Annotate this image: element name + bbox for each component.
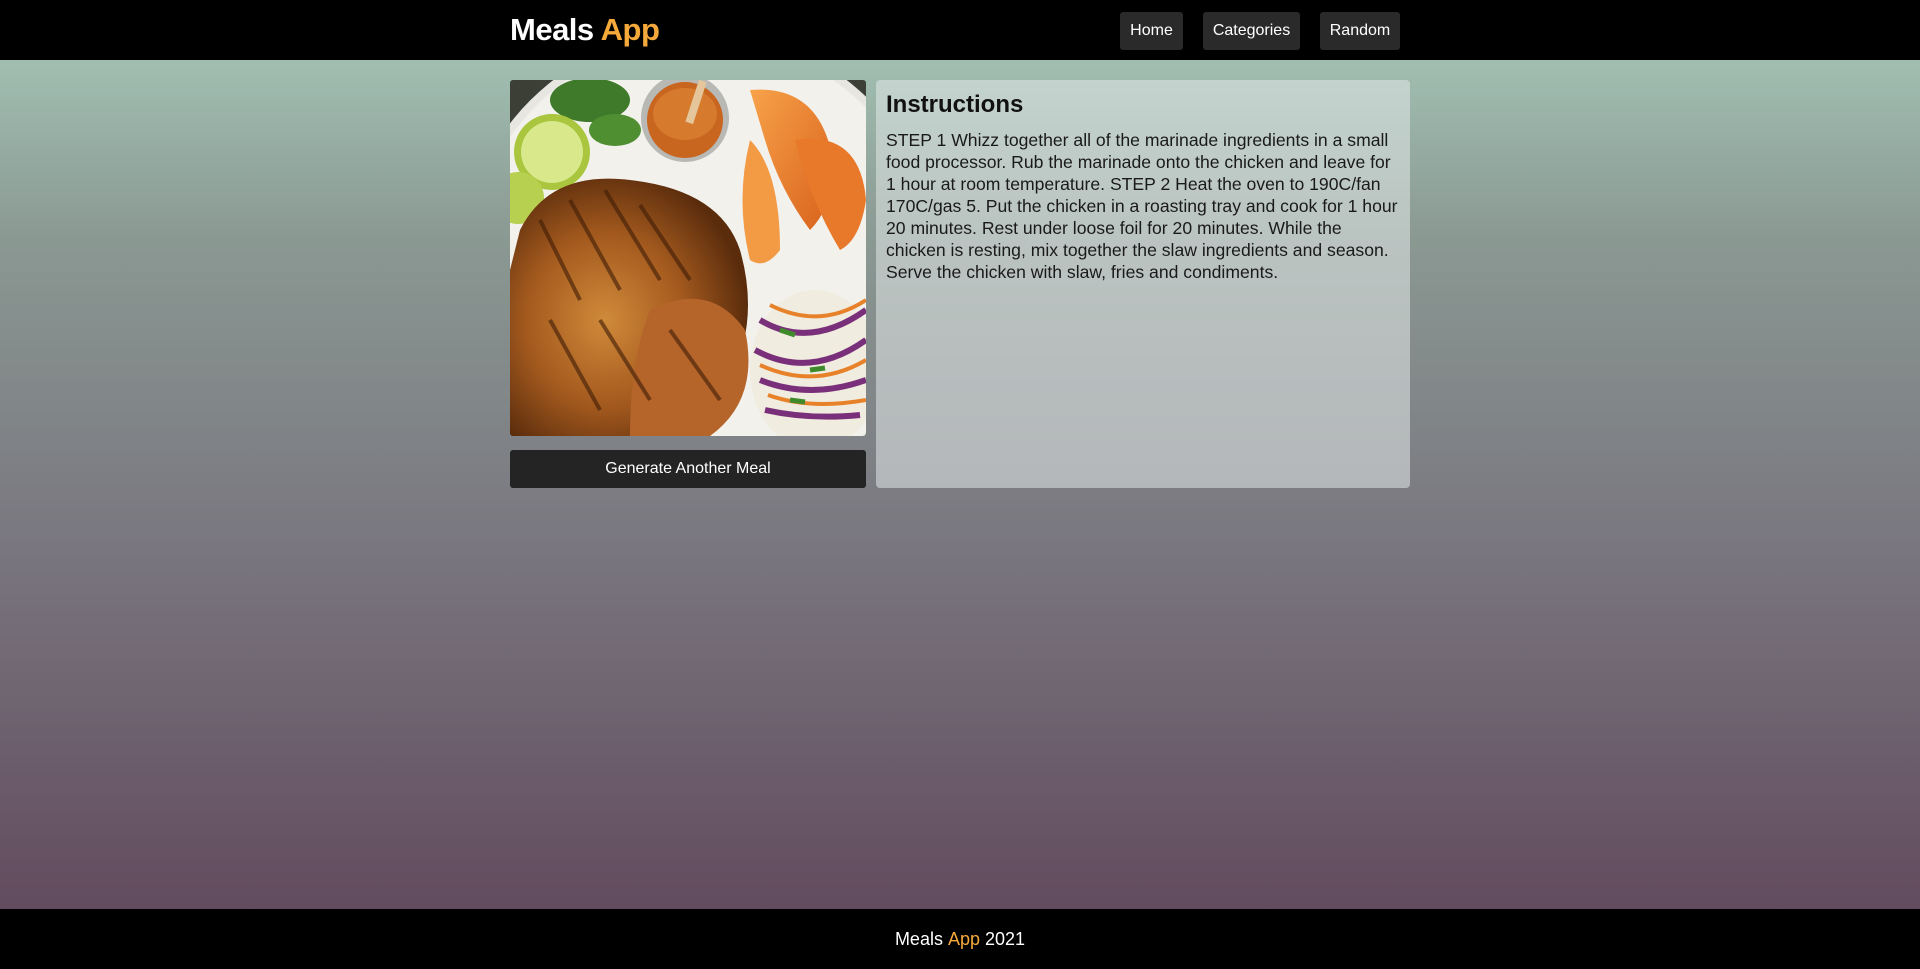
footer-accent: App [947,928,980,949]
footer: Meals App 2021 [0,909,1920,969]
meal-image [510,80,866,436]
nav-home-button[interactable]: Home [1120,12,1183,50]
top-navbar: Meals App Home Categories Random [0,0,1920,60]
brand-logo[interactable]: Meals App [510,12,660,48]
nav-categories-button[interactable]: Categories [1203,12,1300,50]
instructions-text: STEP 1 Whizz together all of the marinad… [886,130,1398,282]
footer-name: Meals [894,928,943,949]
brand-accent: App [600,12,660,47]
meal-image-graphic [510,80,866,436]
instructions-title: Instructions [886,91,1024,118]
generate-meal-button[interactable]: Generate Another Meal [510,450,866,488]
footer-year: 2021 [985,928,1026,949]
nav-random-button[interactable]: Random [1320,12,1400,50]
brand-name: Meals [510,12,594,47]
instructions-card: Instructions STEP 1 Whizz together all o… [876,80,1410,488]
